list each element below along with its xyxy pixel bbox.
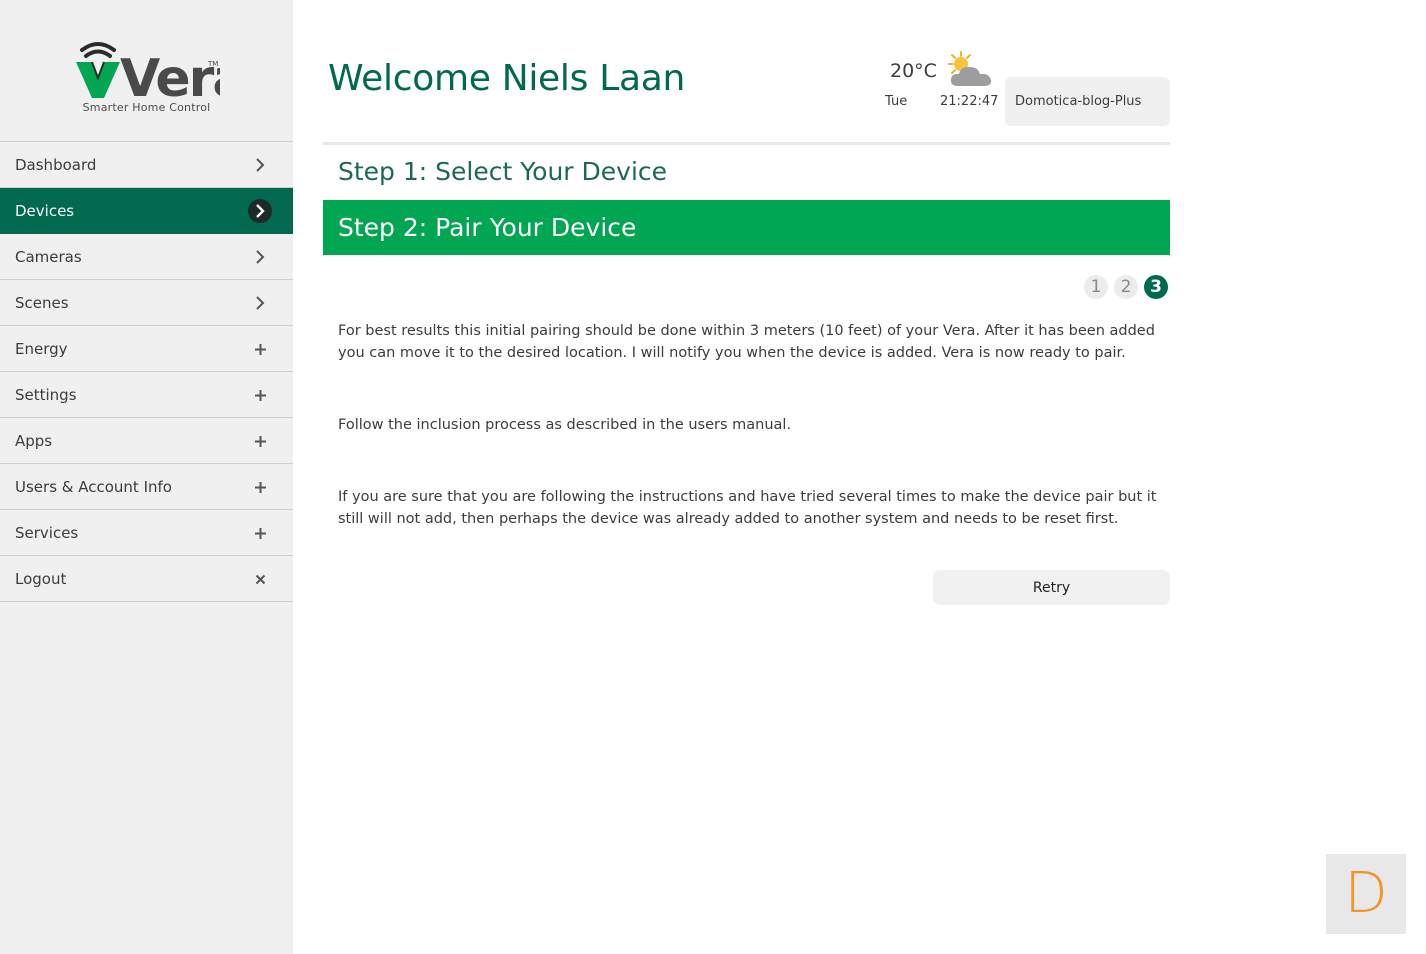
controller-selector[interactable]: Domotica-blog-Plus: [1005, 77, 1170, 126]
nav-item-label: Apps: [15, 431, 53, 450]
troubleshooting-note: If you are sure that you are following t…: [338, 489, 1157, 527]
nav-item-label: Dashboard: [15, 155, 97, 174]
nav-item-label: Users & Account Info: [15, 477, 172, 496]
weather-temperature: 20°C: [890, 60, 937, 82]
step-1-header[interactable]: Step 1: Select Your Device: [338, 157, 667, 186]
nav-item-energy[interactable]: Energy: [0, 326, 293, 372]
pairing-instructions: For best results this initial pairing sh…: [338, 323, 1155, 361]
nav-item-label: Settings: [15, 385, 77, 404]
nav-item-label: Cameras: [15, 247, 82, 266]
logo-tagline: Smarter Home Control: [82, 101, 211, 114]
chevron-right-icon: [248, 199, 272, 223]
page-indicator-3[interactable]: 3: [1144, 275, 1168, 299]
nav-item-dashboard[interactable]: Dashboard: [0, 142, 293, 188]
chevron-right-icon: [248, 153, 272, 177]
brand-wordmark-text: Vera: [120, 52, 220, 104]
page-indicator-2[interactable]: 2: [1114, 275, 1138, 299]
nav-item-cameras[interactable]: Cameras: [0, 234, 293, 280]
close-icon: [248, 567, 272, 591]
plus-icon: [248, 337, 272, 361]
inclusion-instructions: Follow the inclusion process as describe…: [338, 417, 792, 433]
nav-item-devices[interactable]: Devices: [0, 188, 293, 234]
step-2-header: Step 2: Pair Your Device: [323, 200, 1170, 255]
partly-cloudy-icon: [944, 50, 996, 96]
weather-day: Tue: [885, 94, 908, 109]
nav-item-label: Devices: [15, 201, 75, 220]
nav-item-apps[interactable]: Apps: [0, 418, 293, 464]
brand-wordmark-graphic: Vera: [120, 52, 220, 104]
retry-button[interactable]: Retry: [933, 570, 1170, 605]
nav-item-scenes[interactable]: Scenes: [0, 280, 293, 326]
trademark-mark: TM: [208, 60, 219, 68]
page-indicator-1[interactable]: 1: [1084, 275, 1108, 299]
chevron-right-icon: [248, 245, 272, 269]
nav-item-label: Services: [15, 523, 79, 542]
nav-item-services[interactable]: Services: [0, 510, 293, 556]
step-pager: 1 2 3: [1084, 275, 1168, 299]
page-title: Welcome Niels Laan: [328, 58, 685, 99]
plus-icon: [248, 521, 272, 545]
main-nav: Dashboard Devices Cameras Scenes Energy: [0, 141, 293, 602]
plus-icon: [248, 429, 272, 453]
header-divider: [323, 142, 1170, 145]
chevron-right-icon: [248, 291, 272, 315]
nav-item-settings[interactable]: Settings: [0, 372, 293, 418]
plus-icon: [248, 475, 272, 499]
nav-item-label: Scenes: [15, 293, 69, 312]
plus-icon: [248, 383, 272, 407]
sidebar: Vera Vera TM Smarter Home Control Dashbo…: [0, 0, 293, 954]
vera-logo[interactable]: Vera Vera TM Smarter Home Control: [0, 0, 293, 141]
nav-item-users-account-info[interactable]: Users & Account Info: [0, 464, 293, 510]
nav-item-label: Energy: [15, 339, 68, 358]
corner-badge[interactable]: D: [1326, 854, 1406, 934]
nav-item-logout[interactable]: Logout: [0, 556, 293, 602]
clock-time: 21:22:47: [940, 94, 999, 109]
nav-item-label: Logout: [15, 569, 67, 588]
